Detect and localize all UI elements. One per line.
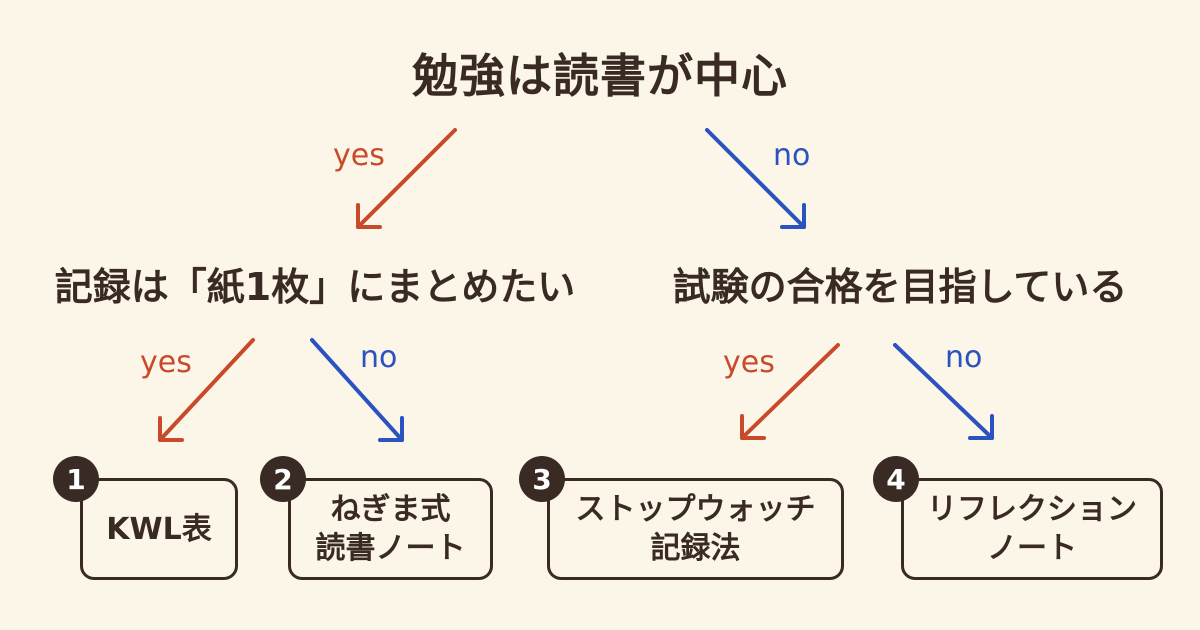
left-no-label: no [360,340,398,375]
root-no-label: no [773,138,811,173]
result-3-number-badge: 3 [519,456,565,502]
result-3-line-2: 記録法 [650,531,741,566]
result-4-line-2: ノート [987,531,1077,566]
result-box-4: リフレクション ノート [901,478,1163,580]
result-2-number-badge: 2 [260,456,306,502]
question-left: 記録は「紙1枚」にまとめたい [54,265,576,309]
root-question: 勉強は読書が中心 [412,49,788,103]
right-yes-label: yes [723,345,775,380]
result-1-number-badge: 1 [53,456,99,502]
result-4-number-badge: 4 [873,456,919,502]
root-yes-label: yes [333,138,385,173]
right-no-label: no [945,340,983,375]
result-2-line-2: 読書ノート [315,531,466,566]
result-2-line-1: ねぎま式 [330,492,451,527]
result-1-line-1: KWL表 [106,511,212,547]
result-4-line-1: リフレクション [927,492,1137,527]
left-yes-label: yes [140,345,192,380]
result-box-3: ストップウォッチ 記録法 [547,478,844,580]
result-box-2: ねぎま式 読書ノート [288,478,493,580]
result-box-1: KWL表 [80,478,238,580]
question-right: 試験の合格を目指している [672,265,1128,309]
result-3-line-1: ストップウォッチ [575,492,816,527]
flowchart: 勉強は読書が中心 yes no 記録は「紙1枚」にまとめたい 試験の合格を目指し… [0,0,1200,630]
